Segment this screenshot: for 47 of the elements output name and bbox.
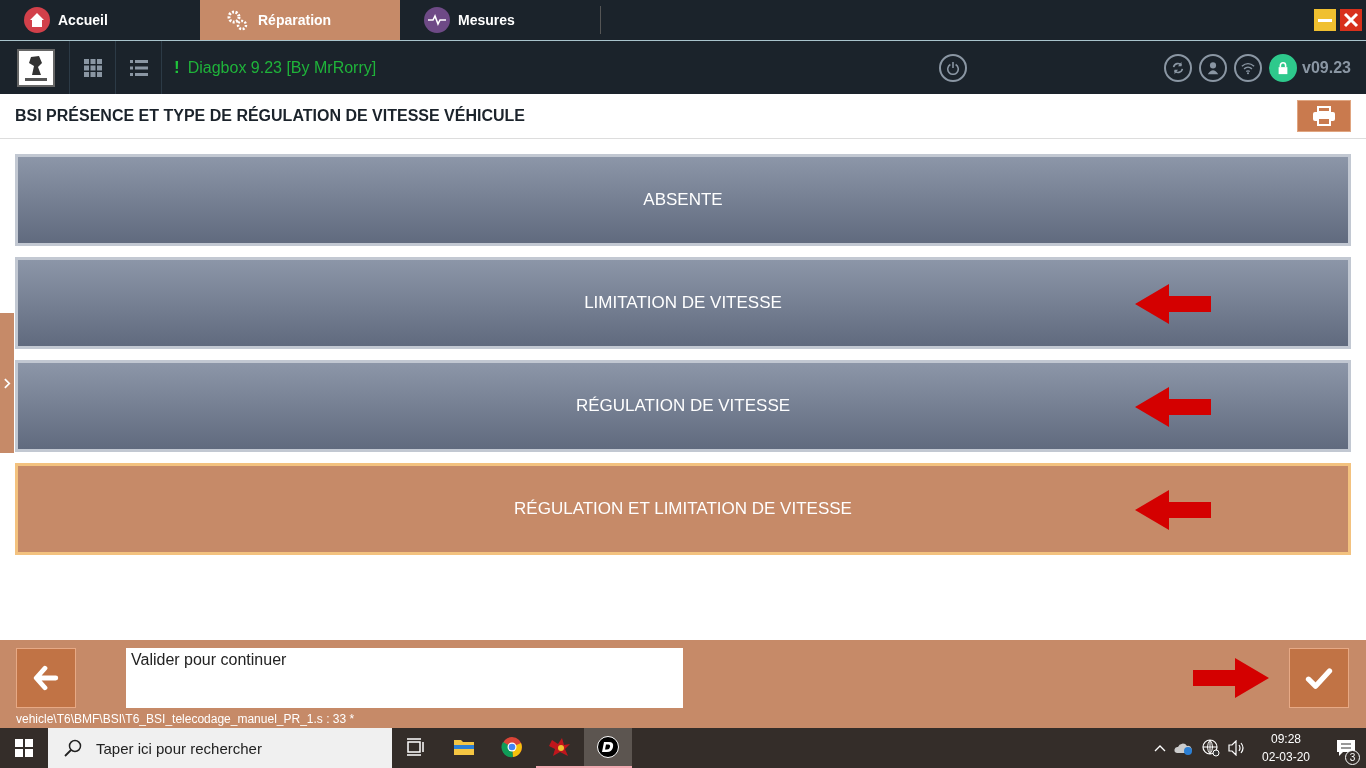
home-icon (24, 7, 50, 33)
search-icon (64, 739, 82, 757)
grid-icon (83, 58, 102, 77)
user-button[interactable] (1199, 53, 1228, 82)
lock-button[interactable] (1269, 53, 1298, 82)
left-arrow-icon (33, 665, 59, 691)
choice-button[interactable]: ABSENTE (15, 154, 1351, 246)
notification-button[interactable]: 3 (1326, 728, 1366, 768)
list-icon (129, 59, 148, 76)
power-icon (946, 60, 961, 75)
refresh-icon (1171, 60, 1186, 75)
printer-icon (1312, 106, 1336, 126)
version-label: v09.23 (1302, 58, 1351, 77)
windows-logo-icon (15, 739, 33, 757)
print-button[interactable] (1297, 100, 1351, 132)
speaker-icon[interactable] (1227, 740, 1246, 756)
taskbar-app[interactable] (584, 728, 632, 768)
tab[interactable]: Accueil (0, 0, 200, 40)
user-icon (1206, 60, 1221, 75)
back-button[interactable] (16, 648, 76, 708)
message-box: Valider pour continuer (126, 648, 683, 708)
globe-icon[interactable] (1201, 739, 1220, 757)
confirm-button[interactable] (1289, 648, 1349, 708)
task-view-icon (406, 737, 426, 757)
choice-button[interactable]: LIMITATION DE VITESSE (15, 257, 1351, 349)
browser-icon (501, 736, 523, 758)
page-title: BSI PRÉSENCE ET TYPE DE RÉGULATION DE VITESSE VÉHICULE (15, 107, 525, 125)
tab[interactable]: Mesures (400, 0, 600, 40)
close-button[interactable] (1340, 9, 1362, 31)
wifi-button[interactable] (1234, 53, 1263, 82)
refresh-button[interactable] (1164, 53, 1193, 82)
status-mark: ! (161, 41, 180, 94)
pulse-icon (424, 7, 450, 33)
folder-icon (453, 737, 475, 757)
wifi-icon (1241, 60, 1256, 75)
script-path: vehicle\T6\BMF\BSI\T6_BSI_telecodage_manuel_PR_1.s : 33 * (16, 712, 356, 726)
taskbar-clock[interactable]: 09:28 02-03-20 (1253, 730, 1318, 766)
choice-button[interactable]: RÉGULATION DE VITESSE (15, 360, 1351, 452)
chevron-up-icon[interactable] (1153, 744, 1166, 752)
letter-d-icon (597, 736, 619, 758)
power-button[interactable] (939, 53, 968, 82)
minimize-icon (1318, 18, 1332, 22)
chevron-right-icon (3, 377, 11, 389)
taskbar-search-field[interactable]: Taper ici pour rechercher (48, 728, 392, 768)
splat-icon (548, 736, 572, 758)
notification-count: 3 (1345, 750, 1360, 765)
status-text: Diagbox 9.23 [By MrRorry] (187, 58, 377, 77)
